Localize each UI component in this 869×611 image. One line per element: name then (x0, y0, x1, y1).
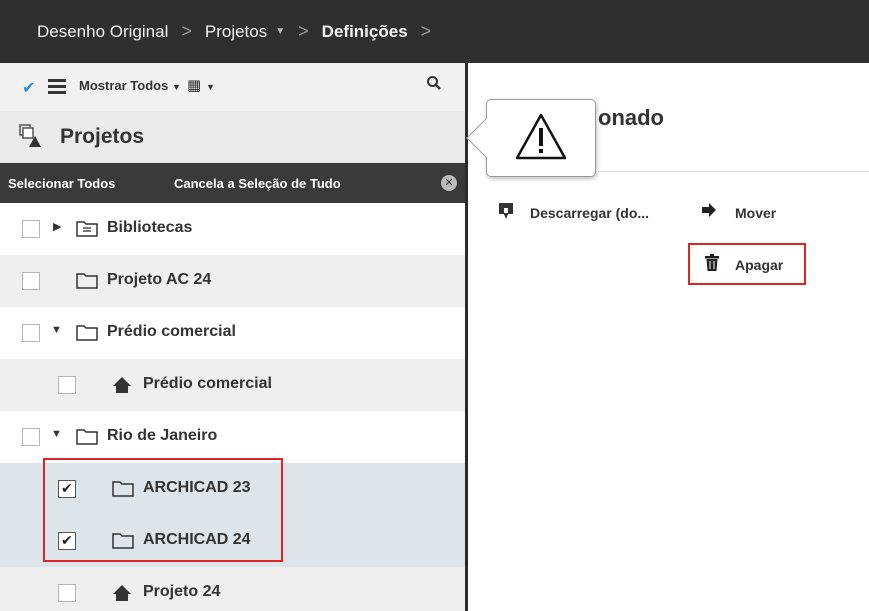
details-title: onado (598, 105, 664, 130)
tree-row-label: Rio de Janeiro (107, 427, 218, 444)
tree-row-predio-comercial-folder[interactable]: ▼ Prédio comercial (0, 307, 465, 359)
row-checkbox[interactable] (58, 584, 76, 602)
collapse-arrow-icon[interactable]: ▼ (51, 428, 62, 440)
download-button[interactable]: Descarregar (do... (530, 205, 649, 221)
breadcrumb-item-definicoes[interactable]: Definições (322, 22, 408, 42)
tree-row-projeto-24[interactable]: Projeto 24 (0, 567, 465, 611)
chevron-right-icon: > (420, 21, 432, 41)
selection-bar: Selecionar Todos Cancela a Seleção de Tu… (0, 163, 465, 203)
tree-row-label: Projeto AC 24 (107, 271, 212, 288)
tree-row-label: Prédio comercial (143, 375, 272, 392)
panel-title: Projetos (60, 125, 145, 148)
select-all-button[interactable]: Selecionar Todos (8, 176, 115, 191)
tree-row-projeto-ac-24[interactable]: Projeto AC 24 (0, 255, 465, 307)
delete-highlight-box (688, 243, 806, 285)
row-checkbox[interactable] (22, 272, 40, 290)
library-folder-icon (76, 219, 98, 242)
chevron-right-icon: > (181, 21, 192, 41)
move-button[interactable]: Mover (735, 205, 776, 221)
row-checkbox[interactable] (58, 376, 76, 394)
folder-icon (76, 271, 98, 294)
breadcrumb-item-desenho-original[interactable]: Desenho Original (37, 22, 168, 42)
tree-toolbar: ✔ Mostrar Todos ▼ ▦ ▼ (0, 63, 465, 111)
projects-icon (18, 123, 44, 155)
deselect-all-button[interactable]: Cancela a Seleção de Tudo (174, 176, 341, 191)
caret-down-icon[interactable]: ▼ (275, 26, 285, 37)
tree-row-predio-comercial-project[interactable]: Prédio comercial (0, 359, 465, 411)
expand-arrow-icon[interactable]: ▶ (53, 220, 61, 233)
caret-down-icon[interactable]: ▼ (206, 82, 215, 92)
row-checkbox[interactable] (22, 324, 40, 342)
warning-callout (466, 99, 596, 177)
search-icon[interactable] (426, 75, 442, 94)
details-divider (598, 171, 869, 172)
calendar-icon[interactable]: ▦ (187, 76, 201, 94)
panel-header: Projetos (0, 111, 465, 163)
tree-row-label: Projeto 24 (143, 583, 221, 600)
chevron-right-icon: > (298, 21, 309, 41)
collapse-arrow-icon[interactable]: ▼ (51, 324, 62, 336)
arrow-right-icon[interactable] (701, 202, 717, 222)
show-all-dropdown[interactable]: Mostrar Todos ▼ (79, 78, 181, 93)
tree-row-label: Bibliotecas (107, 219, 193, 236)
tree-row-bibliotecas[interactable]: ▶ Bibliotecas (0, 203, 465, 255)
list-menu-icon[interactable] (48, 76, 66, 97)
download-icon[interactable] (498, 202, 514, 224)
warning-icon (515, 113, 567, 160)
check-icon[interactable]: ✔ (22, 78, 35, 98)
breadcrumb-item-projetos[interactable]: Projetos (205, 22, 267, 42)
folder-icon (76, 427, 98, 450)
close-icon[interactable]: ✕ (441, 175, 457, 191)
row-checkbox[interactable] (22, 220, 40, 238)
project-icon (112, 583, 132, 608)
breadcrumb-bar: Desenho Original > Projetos ▼ > Definiçõ… (0, 0, 869, 63)
selection-highlight-box (43, 458, 283, 562)
show-all-label: Mostrar Todos (79, 78, 169, 93)
tree-row-label: Prédio comercial (107, 323, 236, 340)
row-checkbox[interactable] (22, 428, 40, 446)
project-icon (112, 375, 132, 400)
folder-icon (76, 323, 98, 346)
tree-row-rio-de-janeiro[interactable]: ▼ Rio de Janeiro (0, 411, 465, 463)
